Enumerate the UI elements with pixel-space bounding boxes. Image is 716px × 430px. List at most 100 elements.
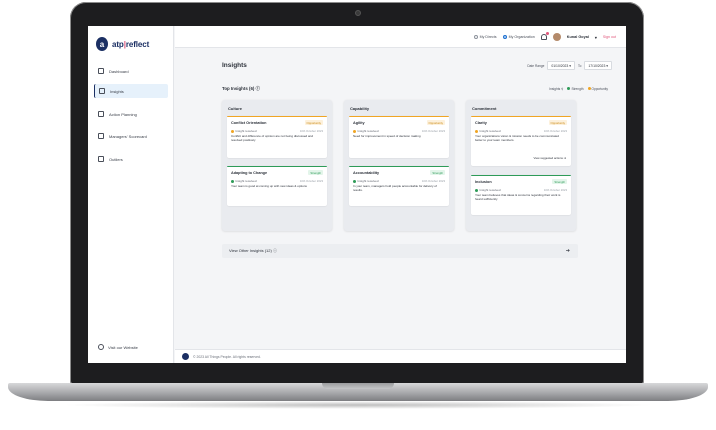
insight-card[interactable]: Clarity Opportunity Insight received 10t… xyxy=(471,116,571,166)
footer: © 2023 All Things People. All rights res… xyxy=(175,349,626,363)
info-icon[interactable]: ⓘ xyxy=(256,86,260,91)
card-meta: Insight received xyxy=(475,129,501,133)
card-description: Your organizations vision & mission need… xyxy=(475,134,559,142)
sidebar-item-outliers[interactable]: Outliers xyxy=(94,152,168,166)
strength-tag: Strength xyxy=(552,179,567,185)
insight-card[interactable]: Agility Opportunity Insight received 10t… xyxy=(349,116,449,158)
insight-card[interactable]: Accountability Strength Insight received… xyxy=(349,166,449,206)
card-description: In your team, managers hold people accou… xyxy=(353,184,437,192)
scorecard-icon xyxy=(98,133,104,139)
visit-website-label: Visit our Website xyxy=(108,344,138,350)
card-title: Conflict Orientation xyxy=(231,121,267,125)
card-date: 10th October 2023 xyxy=(299,129,323,133)
sidebar-item-dashboard[interactable]: Dashboard xyxy=(94,64,168,78)
sidebar-item-insights[interactable]: Insights xyxy=(94,84,168,98)
column-title: Capability xyxy=(350,106,370,111)
page-title: Insights xyxy=(222,62,247,69)
to-label: To xyxy=(577,63,582,68)
card-date: 10th October 2023 xyxy=(421,129,445,133)
card-meta: Insight received xyxy=(475,188,501,192)
user-name[interactable]: Kunal Goyal xyxy=(567,35,589,39)
chevron-down-icon[interactable]: ▾ xyxy=(595,35,597,40)
share-icon xyxy=(98,111,104,117)
card-title: Clarity xyxy=(475,121,487,125)
legend-insights: Insights ⚲ xyxy=(549,87,564,91)
insight-column-capability: Capability Agility Opportunity Insight r… xyxy=(344,100,454,231)
bulb-icon xyxy=(99,88,105,94)
top-bar: My Directs My Organization Kunal Goyal ▾… xyxy=(175,26,626,48)
sidebar-item-label: Outliers xyxy=(109,156,123,162)
insight-card[interactable]: Adapting to Change Strength Insight rece… xyxy=(227,166,327,206)
legend-opportunity: Opportunity xyxy=(587,87,608,91)
insights-icon: ⚲ xyxy=(561,87,564,91)
card-title: Accountability xyxy=(353,171,380,175)
notification-bell-icon[interactable] xyxy=(540,32,549,40)
opportunity-tag: Opportunity xyxy=(426,120,445,126)
avatar[interactable] xyxy=(552,33,561,41)
card-date: 10th October 2023 xyxy=(299,179,323,183)
insight-column-culture: Culture Conflict Orientation Opportunity… xyxy=(222,100,332,231)
strength-tag: Strength xyxy=(430,170,445,176)
dashboard-icon xyxy=(98,68,104,74)
sidebar-item-label: Insights xyxy=(110,88,124,94)
top-insights-title: Top Insights (6) ⓘ xyxy=(222,86,260,91)
my-organization-radio[interactable]: My Organization xyxy=(502,35,535,39)
date-range: Date Range 01/10/2023 ▾ To 17/10/2023 ▾ xyxy=(527,61,612,70)
view-suggested-actions-link[interactable]: View suggested actions ➔ xyxy=(534,156,566,160)
info-icon: ⓘ xyxy=(272,248,277,253)
sidebar-item-managers-scorecard[interactable]: Managers' Scorecard xyxy=(94,129,168,143)
laptop-shadow xyxy=(60,401,656,409)
insight-card[interactable]: Conflict Orientation Opportunity Insight… xyxy=(227,116,327,158)
my-directs-radio[interactable]: My Directs xyxy=(473,35,497,39)
visit-website-link[interactable]: Visit our Website xyxy=(98,344,138,350)
globe-icon xyxy=(98,344,104,350)
card-description: Your team believes that ideas & concerns… xyxy=(475,193,561,201)
app-screen: a atp|reflect Dashboard Insights Action … xyxy=(88,26,626,363)
date-to-picker[interactable]: 17/10/2023 ▾ xyxy=(584,61,612,70)
card-meta: Insight received xyxy=(353,129,379,133)
opportunity-tag: Opportunity xyxy=(548,120,567,126)
card-title: Adapting to Change xyxy=(231,171,268,175)
outliers-icon xyxy=(98,156,104,162)
column-title: Culture xyxy=(228,106,242,111)
column-title: Commitment xyxy=(472,106,497,111)
card-title: Agility xyxy=(353,121,365,125)
arrow-right-icon[interactable]: ➔ xyxy=(566,248,570,254)
date-from-picker[interactable]: 01/10/2023 ▾ xyxy=(547,61,575,70)
card-description: Your team is good at coming up with new … xyxy=(231,184,307,188)
card-date: 10th October 2023 xyxy=(543,129,567,133)
sidebar-item-label: Dashboard xyxy=(109,68,129,74)
card-meta: Insight received xyxy=(231,179,257,183)
copyright-text: © 2023 All Things People. All rights res… xyxy=(193,354,261,359)
laptop-notch xyxy=(322,383,394,389)
webcam xyxy=(355,10,361,16)
card-description: Conflict and difference of opinion are n… xyxy=(231,134,314,142)
opportunity-tag: Opportunity xyxy=(304,120,323,126)
card-meta: Insight received xyxy=(231,129,257,133)
card-description: Need for improvement in speed of decisio… xyxy=(353,134,421,138)
brand-logo[interactable]: a atp|reflect xyxy=(96,37,149,51)
sidebar-item-label: Action Planning xyxy=(109,111,137,117)
card-date: 10th October 2023 xyxy=(543,188,567,192)
footer-logo xyxy=(182,353,189,360)
legend-strength: Strength xyxy=(567,87,584,91)
insight-column-commitment: Commitment Clarity Opportunity Insight r… xyxy=(466,100,576,231)
strength-tag: Strength xyxy=(308,170,323,176)
insight-card[interactable]: Inclusion Strength Insight received 10th… xyxy=(471,175,571,215)
card-meta: Insight received xyxy=(353,179,379,183)
view-other-insights-bar[interactable]: View Other Insights (12) ⓘ ➔ xyxy=(222,244,578,258)
brand-mark: a xyxy=(96,37,108,51)
brand-name: atp|reflect xyxy=(112,39,150,49)
sign-out-link[interactable]: Sign out xyxy=(603,35,616,39)
notification-badge xyxy=(545,32,549,35)
sidebar-item-action-planning[interactable]: Action Planning xyxy=(94,107,168,121)
sidebar-item-label: Managers' Scorecard xyxy=(109,133,147,139)
card-date: 10th October 2023 xyxy=(421,179,445,183)
main-content: Insights Date Range 01/10/2023 ▾ To 17/1… xyxy=(175,49,626,349)
sidebar: a atp|reflect Dashboard Insights Action … xyxy=(88,26,174,363)
legend: Insights ⚲ Strength Opportunity xyxy=(549,87,608,91)
date-range-label: Date Range xyxy=(527,63,545,68)
laptop-mockup: a atp|reflect Dashboard Insights Action … xyxy=(0,0,716,430)
view-other-insights-label: View Other Insights (12) ⓘ xyxy=(229,248,277,253)
card-title: Inclusion xyxy=(475,180,492,184)
